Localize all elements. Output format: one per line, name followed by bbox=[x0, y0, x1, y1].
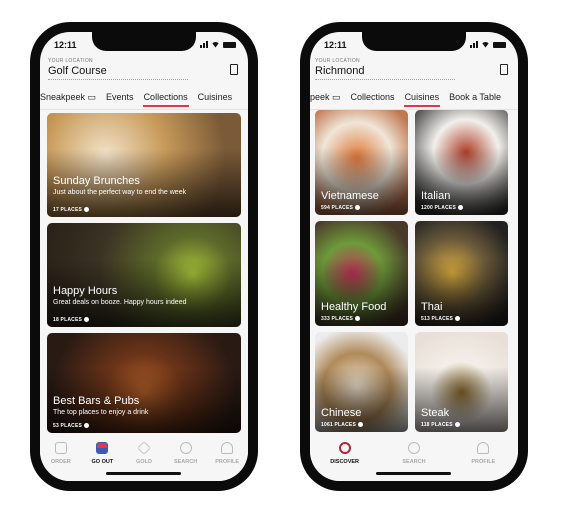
card-title: Sunday Brunches bbox=[53, 175, 140, 187]
card-subtitle: The top places to enjoy a drink bbox=[53, 409, 149, 416]
arrow-icon bbox=[84, 423, 90, 428]
notch bbox=[92, 32, 196, 51]
tab-cuisines[interactable]: Cuisines bbox=[193, 88, 238, 109]
arrow-icon bbox=[355, 316, 361, 321]
tab-sneakpeek[interactable]: peek ▭ bbox=[310, 88, 346, 109]
cuisine-card[interactable]: Chinese 1061 PLACES bbox=[315, 332, 408, 432]
card-places: 333 PLACES bbox=[321, 316, 361, 322]
home-indicator bbox=[376, 472, 451, 475]
tab-collections[interactable]: Collections bbox=[346, 88, 400, 109]
cuisine-card[interactable]: Thai 513 PLACES bbox=[415, 221, 508, 326]
nav-search[interactable]: SEARCH bbox=[166, 442, 206, 481]
battery-icon bbox=[223, 41, 236, 48]
collection-card[interactable]: Happy Hours Great deals on booze. Happy … bbox=[47, 223, 241, 327]
collection-card[interactable]: Sunday Brunches Just about the perfect w… bbox=[47, 113, 241, 217]
tab-cuisines[interactable]: Cuisines bbox=[400, 88, 445, 109]
wifi-icon bbox=[211, 41, 220, 48]
card-title: Thai bbox=[421, 301, 443, 313]
nav-gold[interactable]: GOLD bbox=[124, 441, 164, 481]
wifi-icon bbox=[481, 41, 490, 48]
location-label: YOUR LOCATION bbox=[48, 58, 93, 64]
compass-icon bbox=[338, 442, 351, 454]
card-places: 1061 PLACES bbox=[321, 422, 363, 428]
battery-icon bbox=[493, 41, 506, 48]
card-title: Chinese bbox=[321, 407, 362, 419]
notch bbox=[362, 32, 466, 51]
store-icon bbox=[96, 442, 109, 454]
bookmark-icon[interactable] bbox=[230, 64, 238, 75]
card-subtitle: Just about the perfect way to end the we… bbox=[53, 189, 187, 196]
location-selector[interactable]: YOUR LOCATION Golf Course bbox=[48, 58, 240, 80]
card-title: Vietnamese bbox=[321, 190, 379, 202]
tab-events[interactable]: Events bbox=[101, 88, 139, 109]
location-selector[interactable]: YOUR LOCATION Richmond bbox=[315, 58, 510, 80]
search-icon bbox=[407, 442, 420, 454]
arrow-icon bbox=[458, 205, 463, 210]
location-name: Richmond bbox=[315, 65, 365, 77]
nav-profile[interactable]: PROFILE bbox=[463, 442, 503, 481]
gold-icon bbox=[137, 441, 151, 455]
nav-profile[interactable]: PROFILE bbox=[207, 442, 247, 481]
card-places: 1200 PLACES bbox=[421, 205, 463, 211]
card-title: Healthy Food bbox=[321, 301, 387, 313]
card-places: 17 PLACES bbox=[53, 207, 90, 213]
nav-order[interactable]: ORDER bbox=[41, 442, 81, 481]
arrow-icon bbox=[455, 316, 461, 321]
arrow-icon bbox=[355, 205, 361, 210]
card-title: Happy Hours bbox=[53, 285, 118, 297]
home-indicator bbox=[106, 472, 181, 475]
collection-card[interactable]: Best Bars & Pubs The top places to enjoy… bbox=[47, 333, 241, 433]
arrow-icon bbox=[84, 207, 90, 212]
search-icon bbox=[179, 442, 192, 454]
card-places: 18 PLACES bbox=[53, 317, 90, 323]
status-time: 12:11 bbox=[54, 40, 77, 50]
location-name: Golf Course bbox=[48, 65, 107, 77]
tab-bar: peek ▭ Collections Cuisines Book a Table bbox=[310, 88, 518, 110]
cuisine-card[interactable]: Healthy Food 333 PLACES bbox=[315, 221, 408, 326]
nav-discover[interactable]: DISCOVER bbox=[325, 442, 365, 481]
card-title: Italian bbox=[421, 190, 451, 202]
profile-icon bbox=[221, 442, 234, 454]
card-places: 594 PLACES bbox=[321, 205, 361, 211]
tab-sneakpeek[interactable]: Sneakpeek ▭ bbox=[40, 88, 101, 109]
arrow-icon bbox=[84, 317, 90, 322]
cuisine-card[interactable]: Steak 118 PLACES bbox=[415, 332, 508, 432]
profile-icon bbox=[477, 442, 490, 454]
location-label: YOUR LOCATION bbox=[315, 58, 360, 64]
tab-collections[interactable]: Collections bbox=[139, 88, 193, 109]
nav-search[interactable]: SEARCH bbox=[394, 442, 434, 481]
cuisine-card[interactable]: Italian 1200 PLACES bbox=[415, 110, 508, 215]
tab-bar: Sneakpeek ▭ Events Collections Cuisines bbox=[40, 88, 248, 110]
screen-go-out: 12:11 YOUR LOCATION Golf Course Sneakpee… bbox=[40, 32, 248, 481]
card-subtitle: Great deals on booze. Happy hours indeed bbox=[53, 299, 187, 306]
cuisine-card[interactable]: Vietnamese 594 PLACES bbox=[315, 110, 408, 215]
nav-go-out[interactable]: GO OUT bbox=[82, 442, 122, 481]
arrow-icon bbox=[358, 422, 363, 427]
card-title: Steak bbox=[421, 407, 450, 419]
card-title: Best Bars & Pubs bbox=[53, 395, 140, 407]
card-places: 118 PLACES bbox=[421, 422, 460, 428]
status-time: 12:11 bbox=[324, 40, 347, 50]
bookmark-icon[interactable] bbox=[500, 64, 508, 75]
order-icon bbox=[54, 442, 67, 454]
card-places: 513 PLACES bbox=[421, 316, 461, 322]
card-places: 53 PLACES bbox=[53, 423, 90, 429]
tab-book-a-table[interactable]: Book a Table bbox=[444, 88, 506, 109]
phone-right: 12:11 YOUR LOCATION Richmond peek ▭ Coll… bbox=[300, 22, 528, 491]
phone-left: 12:11 YOUR LOCATION Golf Course Sneakpee… bbox=[30, 22, 258, 491]
arrow-icon bbox=[454, 422, 460, 427]
signal-icon bbox=[470, 41, 478, 48]
screen-discover: 12:11 YOUR LOCATION Richmond peek ▭ Coll… bbox=[310, 32, 518, 481]
signal-icon bbox=[200, 41, 208, 48]
